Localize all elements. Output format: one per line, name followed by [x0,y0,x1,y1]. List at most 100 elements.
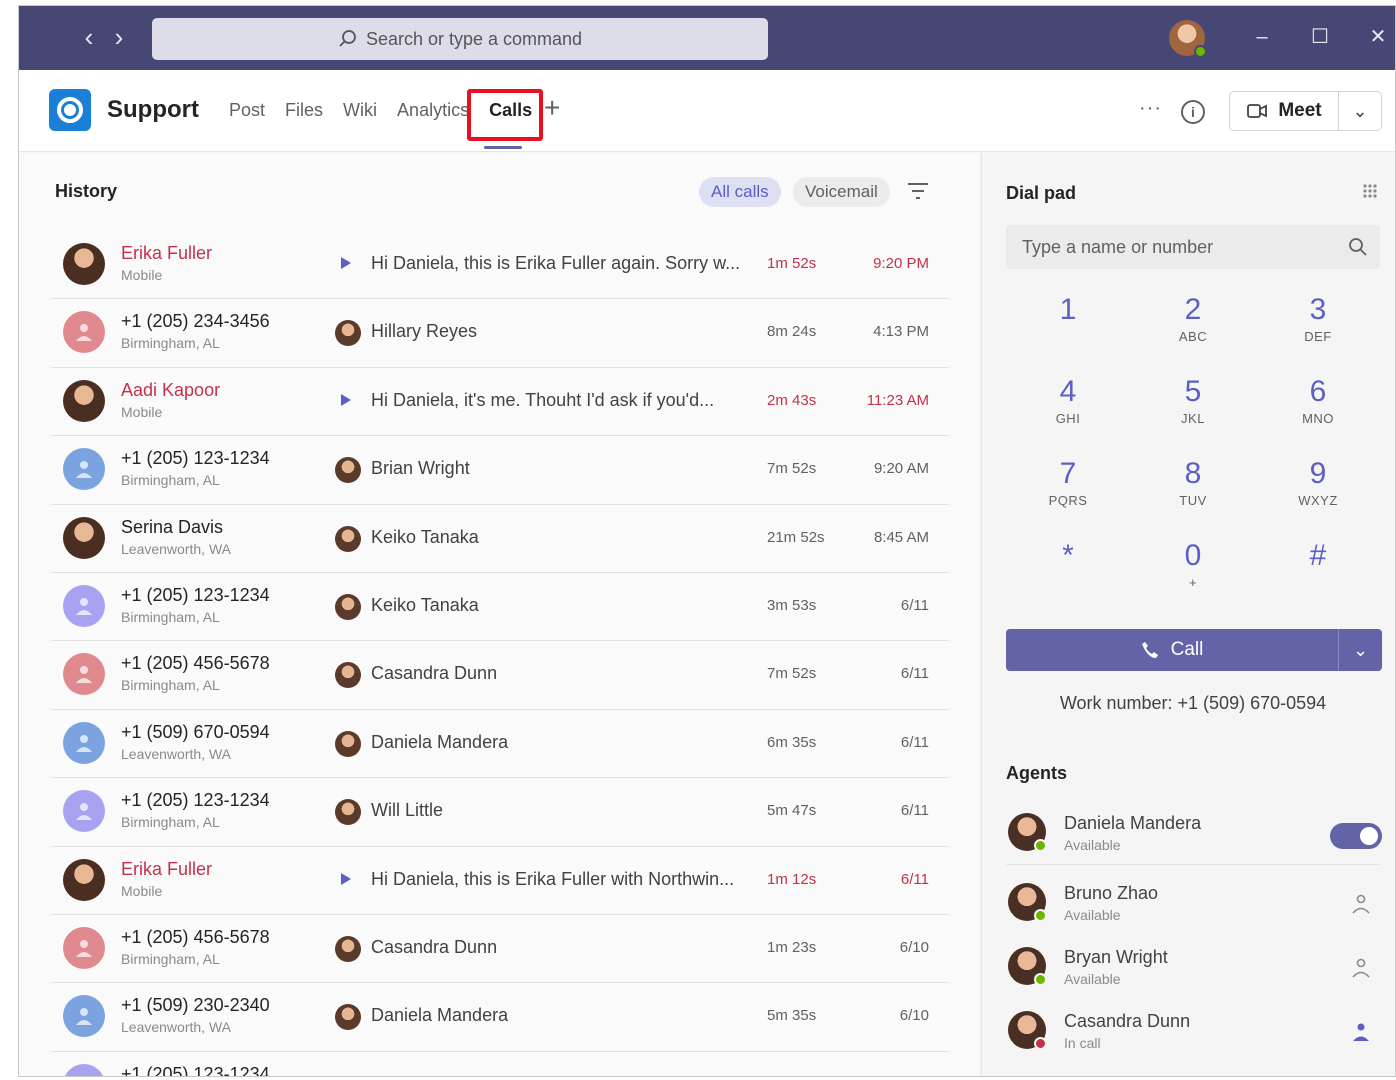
tab-wiki[interactable]: Wiki [333,100,387,121]
caller-name: Erika Fuller [121,243,213,263]
filter-icon[interactable] [907,181,929,201]
agent-name: Daniela Mandera [1064,813,1202,833]
call-history-row[interactable]: Serina Davis Leavenworth, WA Keiko Tanak… [51,505,949,573]
phone-person-icon [76,666,92,684]
caller-name: Erika Fuller [121,858,213,879]
agent-avatar [335,662,361,689]
back-icon[interactable]: ‹ [77,24,101,52]
call-history-row[interactable]: +1 (205) 123-1234 Birmingham, AL Brian W… [51,436,949,505]
title-bar: ‹ › Search or type a command – ☐ ✕ [19,6,1395,70]
meet-dropdown-chevron-icon[interactable]: ⌄ [1338,91,1382,131]
availability-toggle[interactable] [1330,823,1382,849]
answered-by: Daniela Mandera [371,731,509,752]
dial-key-9[interactable]: 9 WXYZ [1268,457,1368,527]
video-camera-icon [1247,104,1268,118]
presence-available-icon [1034,973,1047,986]
voicemail-preview: Hi Daniela, this is Erika Fuller with No… [371,868,735,889]
dial-key-6[interactable]: 6 MNO [1268,375,1368,445]
support-app-icon [49,89,91,131]
call-history-row[interactable]: +1 (205) 456-5678 Birmingham, AL Casandr… [51,641,949,710]
more-options-icon[interactable]: ··· [1139,97,1162,120]
phone-person-icon [76,803,92,821]
dial-key-3[interactable]: 3 DEF [1268,293,1368,363]
call-history-row[interactable]: Aadi Kapoor Mobile Hi Daniela, it's me. … [51,368,949,437]
call-time: 4:13 PM [873,323,929,341]
phone-contact-avatar [63,926,105,969]
phone-person-icon [76,939,92,957]
caller-name: Aadi Kapoor [121,379,221,400]
dial-key-2[interactable]: 2 ABC [1143,293,1243,363]
call-time: 11:23 AM [866,391,929,409]
phone-person-icon [76,324,92,342]
dial-key-7[interactable]: 7 PQRS [1018,457,1118,527]
call-history-row[interactable]: +1 (205) 123-1234 Birmingham, AL Keiko T… [51,573,949,642]
call-duration: 1m 23s [767,938,817,956]
call-agent-icon[interactable] [1350,1021,1372,1043]
agent-name: Bruno Zhao [1064,883,1159,903]
call-agent-icon[interactable] [1350,893,1372,915]
phone-contact-avatar [63,311,105,354]
dial-key-4[interactable]: 4 GHI [1018,375,1118,445]
call-duration: 3m 53s [767,596,817,614]
dial-key-5[interactable]: 5 JKL [1143,375,1243,445]
call-history-row[interactable]: +1 (205) 123-1234 [51,1052,949,1077]
call-button[interactable]: Call [1006,629,1338,671]
agent-item: Bruno Zhao Available [1006,871,1380,935]
agent-avatar [335,320,361,347]
agent-status: In call [1064,1035,1101,1051]
call-history-row[interactable]: +1 (509) 670-0594 Leavenworth, WA Daniel… [51,710,949,779]
dial-key-8[interactable]: 8 TUV [1143,457,1243,527]
call-history-row[interactable]: +1 (509) 230-2340 Leavenworth, WA Daniel… [51,983,949,1052]
caller-name: +1 (509) 670-0594 [121,721,270,742]
call-duration: 5m 47s [767,802,817,820]
call-history-row[interactable]: +1 (205) 123-1234 Birmingham, AL Will Li… [51,778,949,847]
caller-subtitle: Mobile [121,403,163,420]
teams-window: ‹ › Search or type a command – ☐ ✕ Suppo… [18,5,1396,1077]
play-voicemail-icon[interactable] [341,872,351,885]
search-icon [339,30,356,47]
dial-number-input[interactable] [1006,225,1380,269]
contact-avatar [63,516,105,559]
caller-name: +1 (205) 123-1234 [121,584,270,605]
call-history-row[interactable]: Erika Fuller Mobile Hi Daniela, this is … [51,847,949,915]
minimize-icon[interactable]: – [1247,22,1277,52]
dial-key-hash[interactable]: # [1268,539,1368,609]
dial-key-0[interactable]: 0 + [1143,539,1243,609]
user-avatar[interactable] [1169,20,1207,58]
call-time: 8:45 AM [873,528,929,546]
filter-voicemail[interactable]: Voicemail [793,177,890,207]
keypad-grid-icon[interactable] [1362,183,1378,201]
forward-icon[interactable]: › [107,24,131,52]
call-agent-icon[interactable] [1350,957,1372,979]
call-time: 6/11 [900,596,929,614]
call-dropdown-chevron-icon[interactable]: ⌄ [1338,629,1382,671]
caller-subtitle: Birmingham, AL [121,677,220,694]
dial-key-star[interactable]: * [1018,539,1118,609]
dial-pad-panel: Dial pad 1 2ABC 3DEF 4GHI 5JKL 6MNO 7PQR… [981,153,1395,1076]
play-voicemail-icon[interactable] [341,393,351,406]
tab-files[interactable]: Files [275,100,333,121]
dial-key-1[interactable]: 1 [1018,293,1118,363]
dial-pad-title: Dial pad [1006,183,1077,203]
call-history-row[interactable]: +1 (205) 456-5678 Birmingham, AL Casandr… [51,915,949,984]
answered-by: Brian Wright [371,458,470,479]
tab-analytics[interactable]: Analytics [387,100,479,121]
maximize-icon[interactable]: ☐ [1305,22,1335,52]
call-history-row[interactable]: Erika Fuller Mobile Hi Daniela, this is … [51,231,949,300]
answered-by: Casandra Dunn [371,663,498,684]
search-icon[interactable] [1348,237,1368,257]
presence-available-icon [1194,45,1207,58]
call-history-list: Erika Fuller Mobile Hi Daniela, this is … [51,231,949,1077]
phone-person-icon [73,1074,95,1077]
search-bar[interactable]: Search or type a command [152,18,768,60]
close-icon[interactable]: ✕ [1363,22,1393,52]
agent-avatar [335,730,361,757]
add-tab-icon[interactable]: + [544,92,560,124]
tab-post[interactable]: Post [219,100,275,121]
filter-all-calls[interactable]: All calls [699,177,781,207]
call-history-row[interactable]: +1 (205) 234-3456 Birmingham, AL Hillary… [51,299,949,368]
meet-button[interactable]: Meet [1229,91,1339,131]
info-icon[interactable]: i [1181,100,1205,124]
contact-avatar [63,243,105,285]
play-voicemail-icon[interactable] [341,257,351,269]
